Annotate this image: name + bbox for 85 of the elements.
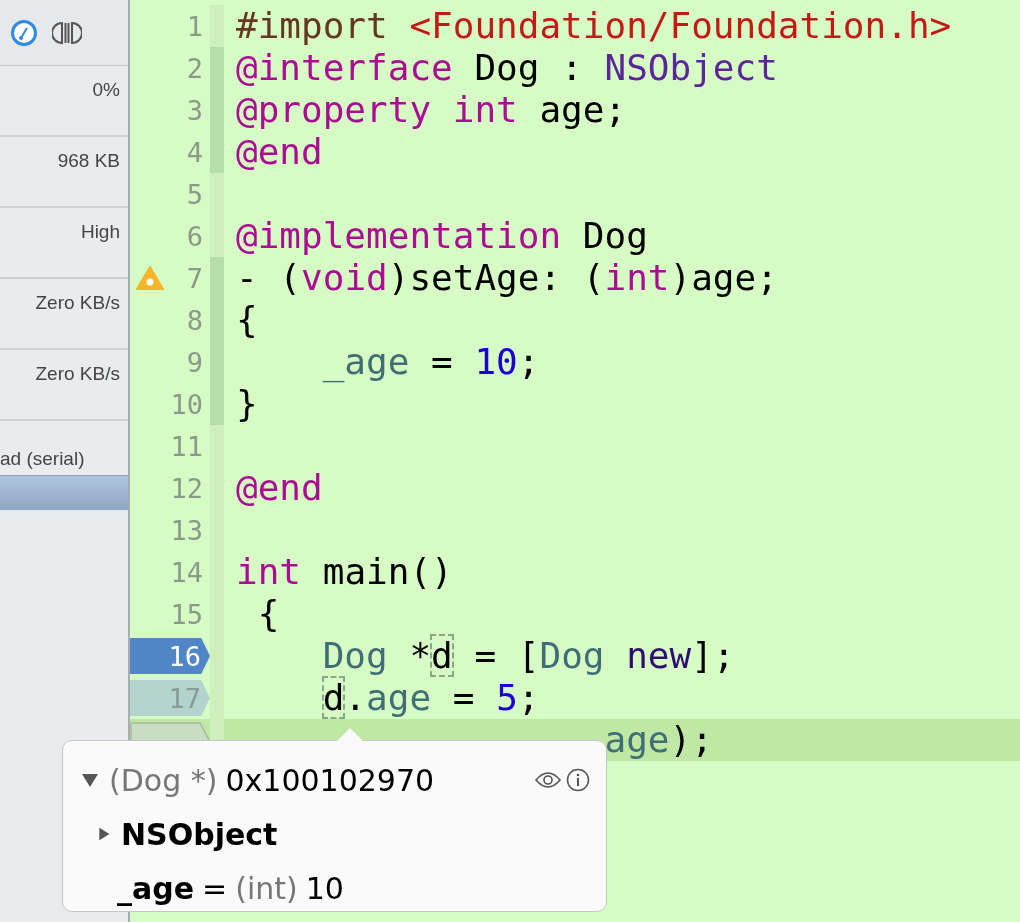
code-text: = [: [473, 635, 540, 676]
identifier: Dog: [539, 635, 605, 676]
line-number: 3: [186, 94, 204, 126]
line-number: 5: [186, 178, 204, 210]
type-text: (Dog *): [109, 762, 218, 798]
code-text: ];: [691, 635, 735, 676]
code-text: Dog :: [473, 47, 584, 88]
code-text: {: [256, 593, 280, 634]
line-number: 11: [170, 430, 204, 462]
string-literal: <Foundation/Foundation.h>: [409, 5, 952, 46]
preprocessor-directive: #import: [236, 5, 389, 46]
identifier: age: [366, 677, 432, 718]
identifier: _age: [322, 341, 410, 382]
variable-name: _age: [117, 870, 195, 906]
class-name: NSObject: [604, 47, 778, 88]
equals-sign: =: [202, 870, 228, 906]
line-number: 12: [170, 472, 204, 504]
line-number: 7: [186, 262, 204, 294]
fold-ribbon[interactable]: [210, 173, 224, 215]
fold-ribbon[interactable]: [210, 131, 224, 173]
keyword: @end: [236, 131, 323, 172]
split-view-icon[interactable]: [52, 19, 82, 46]
variable-value: 10: [305, 870, 344, 906]
eye-icon[interactable]: [534, 770, 562, 790]
keyword: @implementation: [236, 215, 562, 256]
gauge-icon[interactable]: [10, 18, 38, 47]
keyword: @interface: [236, 47, 453, 88]
fold-ribbon[interactable]: [210, 425, 224, 467]
gauge-value[interactable]: 968 KB: [57, 150, 120, 172]
code-text: - (: [236, 257, 302, 298]
superclass-name[interactable]: NSObject: [121, 816, 278, 852]
disclosure-triangle-icon[interactable]: [81, 771, 99, 789]
number-literal: 10: [474, 341, 518, 382]
line-number: 9: [186, 346, 204, 378]
code-text: *: [408, 635, 432, 676]
line-number: 10: [170, 388, 204, 420]
code-text: )age;: [669, 257, 778, 298]
fold-ribbon[interactable]: [210, 5, 224, 47]
code-text: ;: [517, 677, 540, 718]
code-text: main(): [321, 551, 453, 592]
code-text: d: [322, 677, 345, 718]
line-number: 4: [186, 136, 204, 168]
gauge-value[interactable]: ad (serial): [0, 448, 85, 470]
line-number: 15: [170, 598, 204, 630]
line-number: 14: [170, 556, 204, 588]
code-text: =: [430, 341, 454, 382]
info-icon[interactable]: [566, 768, 590, 792]
disclosure-triangle-icon[interactable]: [97, 827, 111, 841]
keyword: int: [236, 551, 302, 592]
code-text: age;: [538, 89, 627, 130]
gauge-value[interactable]: Zero KB/s: [35, 292, 120, 314]
keyword: @property int: [236, 89, 518, 130]
keyword: void: [301, 257, 388, 298]
code-text: )setAge: (: [387, 257, 605, 298]
fold-ribbon[interactable]: [210, 383, 224, 425]
keyword: @end: [236, 467, 323, 508]
code-text: Dog: [581, 215, 648, 256]
identifier: Dog: [322, 635, 388, 676]
selection-bar[interactable]: [0, 475, 128, 510]
type-text: (int): [235, 870, 298, 906]
number-literal: 5: [496, 677, 518, 718]
code-text: {: [236, 299, 258, 340]
code-text: .: [344, 677, 367, 718]
code-text: );: [669, 719, 713, 760]
line-number: 6: [186, 220, 204, 252]
fold-ribbon[interactable]: [210, 257, 224, 299]
identifier: age: [604, 719, 670, 760]
line-number: 8: [186, 304, 204, 336]
code-text: ;: [517, 341, 540, 382]
line-number: 1: [186, 10, 204, 42]
fold-ribbon[interactable]: [210, 215, 224, 257]
line-number: 13: [170, 514, 204, 546]
code-text: d: [431, 635, 453, 676]
pointer-value: 0x100102970: [225, 762, 435, 798]
code-text: =: [451, 677, 476, 718]
warning-icon[interactable]: [136, 266, 164, 290]
fold-ribbon[interactable]: [210, 47, 224, 89]
gauge-value[interactable]: High: [80, 221, 120, 243]
gauge-value[interactable]: Zero KB/s: [35, 363, 120, 385]
line-number: 2: [186, 52, 204, 84]
method-name: new: [625, 635, 692, 676]
gauge-value[interactable]: 0%: [92, 79, 120, 101]
keyword: int: [604, 257, 670, 298]
instruction-pointer-marker[interactable]: 16: [130, 638, 210, 674]
code-text: }: [236, 383, 258, 424]
